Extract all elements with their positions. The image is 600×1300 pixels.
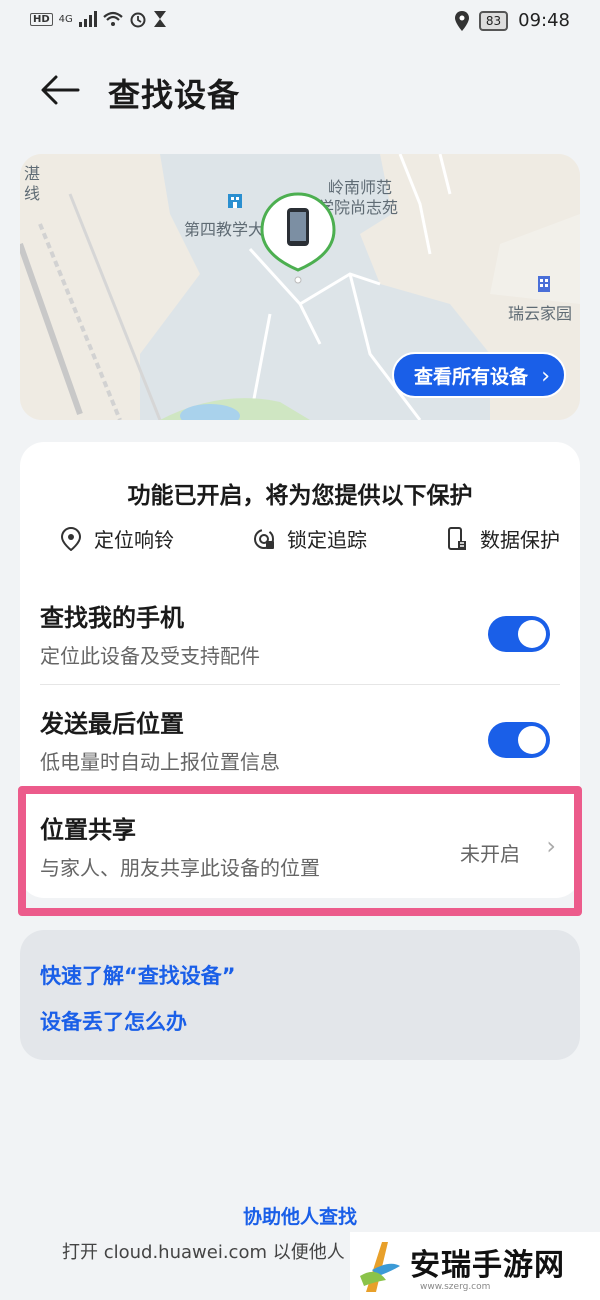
page-title: 查找设备 — [108, 76, 241, 114]
device-location-marker-icon[interactable] — [260, 192, 336, 284]
feature-label: 定位响铃 — [94, 528, 174, 552]
watermark-text: 安瑞手游网 — [410, 1248, 565, 1283]
residence-icon — [538, 276, 550, 292]
device-map[interactable]: 岭南师范 学院尚志苑 第四教学大 瑞云家园 湛 线 查看所有设备 › — [20, 154, 580, 420]
find-my-phone-title: 查找我的手机 — [40, 604, 184, 632]
find-my-phone-subtitle: 定位此设备及受支持配件 — [40, 644, 260, 668]
feature-label: 数据保护 — [480, 528, 560, 552]
toggle-knob — [518, 726, 546, 754]
building-icon — [228, 194, 242, 208]
location-pin-icon — [60, 526, 82, 551]
feature-lock-track: 锁定追踪 — [253, 524, 367, 553]
chevron-right-icon: › — [541, 364, 550, 389]
find-my-phone-toggle[interactable] — [488, 616, 550, 652]
location-status-icon — [454, 10, 469, 31]
assist-others-link[interactable]: 协助他人查找 — [0, 1202, 600, 1229]
back-arrow-icon[interactable] — [40, 72, 80, 108]
watermark-url: www.szerg.com — [420, 1282, 491, 1292]
find-my-phone-row[interactable]: 查找我的手机 定位此设备及受支持配件 — [40, 582, 560, 682]
map-label-residence: 瑞云家园 — [508, 304, 573, 323]
feature-locate-ring: 定位响铃 — [60, 524, 174, 553]
help-card: 快速了解“查找设备” 设备丢了怎么办 — [20, 930, 580, 1060]
view-all-devices-label: 查看所有设备 — [413, 366, 528, 388]
map-label-teaching-building: 第四教学大 — [184, 220, 265, 239]
feature-list: 定位响铃 锁定追踪 数据保护 — [60, 524, 560, 553]
status-bar: HD 4G 83 09:48 — [0, 0, 600, 44]
send-last-location-subtitle: 低电量时自动上报位置信息 — [40, 750, 280, 774]
alarm-icon — [130, 12, 146, 28]
highlight-box — [18, 786, 582, 916]
hd-badge: HD — [30, 12, 53, 26]
send-last-location-row[interactable]: 发送最后位置 低电量时自动上报位置信息 — [40, 688, 560, 788]
lock-track-icon — [254, 528, 274, 549]
assist-others-description: 打开 cloud.huawei.com 以便他人 — [62, 1242, 345, 1263]
view-all-devices-button[interactable]: 查看所有设备 › — [391, 352, 566, 398]
lost-device-help-link[interactable]: 设备丢了怎么办 — [40, 1006, 187, 1036]
network-type: 4G — [58, 13, 73, 25]
watermark: 安瑞手游网 www.szerg.com — [350, 1232, 600, 1300]
toggle-knob — [518, 620, 546, 648]
status-left: HD 4G — [30, 10, 167, 28]
signal-icon — [78, 11, 97, 27]
app-header: 查找设备 — [0, 62, 600, 118]
learn-find-device-link[interactable]: 快速了解“查找设备” — [40, 960, 236, 990]
protection-heading: 功能已开启，将为您提供以下保护 — [127, 483, 473, 509]
feature-data-protect: 数据保护 — [446, 524, 560, 553]
wifi-icon — [103, 11, 123, 26]
battery-indicator: 83 — [478, 10, 509, 31]
watermark-logo-icon — [360, 1242, 400, 1292]
send-last-location-title: 发送最后位置 — [40, 710, 184, 738]
data-protect-icon — [448, 526, 466, 550]
feature-label: 锁定追踪 — [287, 528, 367, 552]
clock: 09:48 — [518, 10, 570, 31]
send-last-location-toggle[interactable] — [488, 722, 550, 758]
map-label-line-2: 线 — [24, 184, 41, 203]
status-right: 83 09:48 — [454, 10, 570, 31]
divider — [40, 684, 560, 685]
hourglass-icon — [153, 11, 166, 27]
